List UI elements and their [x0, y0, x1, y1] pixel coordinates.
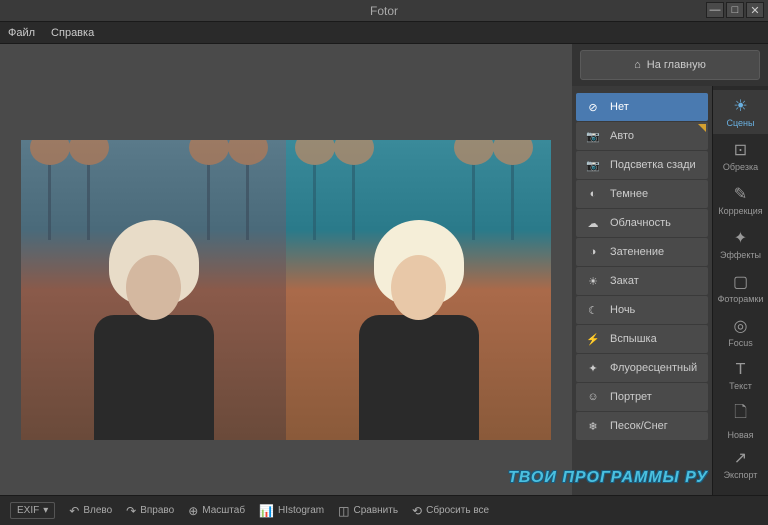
- scene-icon: ◑: [586, 245, 600, 259]
- scene-label: Флуоресцентный: [610, 362, 697, 374]
- maximize-button[interactable]: □: [726, 2, 744, 18]
- compare-button[interactable]: ◫Сравнить: [338, 504, 398, 518]
- rotate-left-button[interactable]: ↶Влево: [69, 504, 112, 518]
- tool-label: Обрезка: [723, 162, 758, 172]
- window-controls: — □ ✕: [706, 2, 764, 18]
- scene-item-3[interactable]: ◐ Темнее: [576, 180, 708, 208]
- scene-label: Авто: [610, 130, 634, 142]
- rotate-right-icon: ↷: [126, 504, 136, 518]
- scene-item-7[interactable]: ☾ Ночь: [576, 296, 708, 324]
- scene-icon: ◐: [586, 187, 600, 201]
- menu-help[interactable]: Справка: [51, 27, 94, 39]
- tool-label: Текст: [729, 381, 752, 391]
- tool-icon: ◎: [734, 316, 748, 336]
- zoom-button[interactable]: ⊕Масштаб: [188, 504, 245, 518]
- tool-фоторамки[interactable]: ▢ Фоторамки: [713, 266, 768, 310]
- tool-label: Экспорт: [724, 470, 758, 480]
- tool-icon: ▢: [733, 272, 748, 292]
- home-icon: ⌂: [634, 59, 641, 71]
- scene-item-11[interactable]: ❄ Песок/Снег: [576, 412, 708, 440]
- scene-icon: ☀: [586, 274, 600, 288]
- scene-item-6[interactable]: ☀ Закат: [576, 267, 708, 295]
- scene-label: Темнее: [610, 188, 648, 200]
- tool-текст[interactable]: T Текст: [713, 354, 768, 398]
- tool-label: Focus: [728, 338, 753, 348]
- scene-icon: ☺: [586, 390, 600, 404]
- scene-label: Нет: [610, 101, 629, 113]
- canvas-area: [0, 44, 572, 495]
- scene-item-2[interactable]: 📷 Подсветка сзади: [576, 151, 708, 179]
- scene-label: Затенение: [610, 246, 664, 258]
- scene-item-1[interactable]: 📷 Авто: [576, 122, 708, 150]
- tool-icon: ✦: [734, 228, 747, 248]
- tool-новая[interactable]: 🗋 Новая: [713, 398, 768, 442]
- tool-icon: ↗: [734, 448, 747, 468]
- scene-item-0[interactable]: ⊘ Нет: [576, 93, 708, 121]
- scene-item-8[interactable]: ⚡ Вспышка: [576, 325, 708, 353]
- scene-icon: ❄: [586, 419, 600, 433]
- reset-button[interactable]: ⟲Сбросить все: [412, 504, 489, 518]
- scene-icon: 📷: [586, 158, 600, 172]
- reset-icon: ⟲: [412, 504, 422, 518]
- tool-icon: ✎: [734, 184, 747, 204]
- scene-panel: ⊘ Нет 📷 Авто 📷 Подсветка сзади ◐ Темнее ☁ Облачно…: [572, 86, 712, 495]
- scene-icon: 📷: [586, 129, 600, 143]
- right-section: ⌂ На главную ⊘ Нет 📷 Авто 📷 Подсветка сзади ◐ Т…: [572, 44, 768, 495]
- tool-эффекты[interactable]: ✦ Эффекты: [713, 222, 768, 266]
- titlebar: Fotor — □ ✕: [0, 0, 768, 22]
- bottombar: EXIF ▾ ↶Влево ↷Вправо ⊕Масштаб 📊HIstogra…: [0, 495, 768, 525]
- tool-коррекция[interactable]: ✎ Коррекция: [713, 178, 768, 222]
- right-toolbar: ☀ Сцены ⊡ Обрезка ✎ Коррекция ✦ Эффекты ▢ Фоторам…: [712, 86, 768, 495]
- histogram-button[interactable]: 📊HIstogram: [259, 504, 324, 518]
- photo-edited: [286, 140, 551, 440]
- tool-сцены[interactable]: ☀ Сцены: [713, 90, 768, 134]
- minimize-button[interactable]: —: [706, 2, 724, 18]
- tool-icon: 🗋: [734, 401, 747, 428]
- tool-обрезка[interactable]: ⊡ Обрезка: [713, 134, 768, 178]
- histogram-icon: 📊: [259, 504, 274, 518]
- home-button[interactable]: ⌂ На главную: [580, 50, 760, 80]
- tool-label: Фоторамки: [718, 294, 764, 304]
- scene-icon: ⚡: [586, 332, 600, 346]
- home-label: На главную: [647, 59, 706, 71]
- scene-icon: ✦: [586, 361, 600, 375]
- rotate-left-icon: ↶: [69, 504, 79, 518]
- scene-label: Закат: [610, 275, 639, 287]
- scene-label: Подсветка сзади: [610, 159, 696, 171]
- tool-label: Эффекты: [720, 250, 761, 260]
- scene-icon: ☾: [586, 303, 600, 317]
- tool-label: Коррекция: [718, 206, 762, 216]
- scene-item-9[interactable]: ✦ Флуоресцентный: [576, 354, 708, 382]
- tool-focus[interactable]: ◎ Focus: [713, 310, 768, 354]
- compare-icon: ◫: [338, 504, 349, 518]
- main-area: ⌂ На главную ⊘ Нет 📷 Авто 📷 Подсветка сзади ◐ Т…: [0, 44, 768, 495]
- exif-button[interactable]: EXIF ▾: [10, 502, 55, 519]
- scene-label: Портрет: [610, 391, 652, 403]
- scene-icon: ⊘: [586, 100, 600, 114]
- scene-label: Вспышка: [610, 333, 657, 345]
- zoom-icon: ⊕: [188, 504, 198, 518]
- rotate-right-button[interactable]: ↷Вправо: [126, 504, 174, 518]
- scene-label: Ночь: [610, 304, 635, 316]
- scene-label: Песок/Снег: [610, 420, 668, 432]
- scene-icon: ☁: [586, 216, 600, 230]
- tool-icon: ☀: [733, 96, 747, 116]
- close-button[interactable]: ✕: [746, 2, 764, 18]
- scene-item-5[interactable]: ◑ Затенение: [576, 238, 708, 266]
- menu-file[interactable]: Файл: [8, 27, 35, 39]
- tool-экспорт[interactable]: ↗ Экспорт: [713, 442, 768, 486]
- tool-label: Сцены: [727, 118, 755, 128]
- scene-item-4[interactable]: ☁ Облачность: [576, 209, 708, 237]
- photo-original: [21, 140, 286, 440]
- scene-label: Облачность: [610, 217, 671, 229]
- tool-label: Новая: [727, 430, 753, 440]
- tool-icon: T: [736, 361, 746, 379]
- menubar: Файл Справка: [0, 22, 768, 44]
- app-title: Fotor: [370, 4, 398, 18]
- scene-item-10[interactable]: ☺ Портрет: [576, 383, 708, 411]
- photo-compare: [21, 140, 551, 440]
- watermark: ТВОИ ПРОГРАММЫ РУ: [508, 469, 708, 487]
- tool-icon: ⊡: [734, 140, 747, 160]
